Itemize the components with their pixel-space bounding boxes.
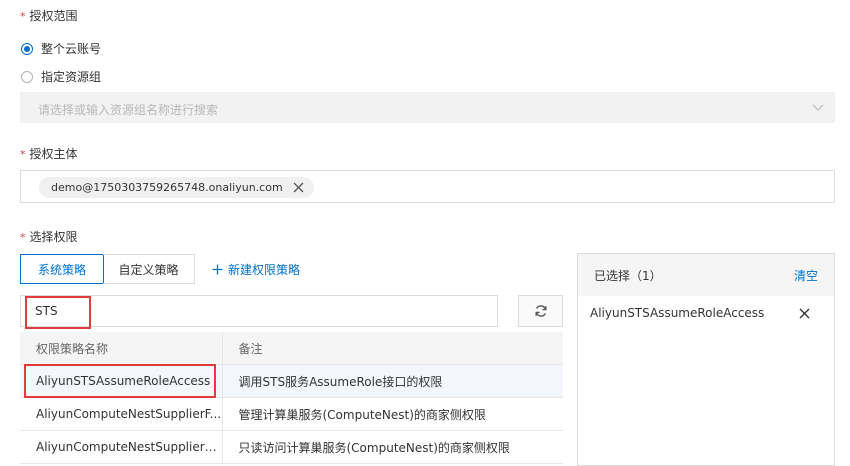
principal-input[interactable]: demo@1750303759265748.onaliyun.com [20,170,835,203]
selected-item-label: AliyunSTSAssumeRoleAccess [590,306,765,320]
selected-panel-header: 已选择（1） 清空 [578,254,834,296]
principal-tag: demo@1750303759265748.onaliyun.com [39,177,314,198]
radio-resource-group[interactable]: 指定资源组 [21,68,101,85]
policy-table: 权限策略名称 备注 AliyunSTSAssumeRoleAccess 调用ST… [20,332,563,464]
policy-note-cell: 管理计算巢服务(ComputeNest)的商家侧权限 [222,397,563,431]
principal-label: * 授权主体 [20,147,78,161]
resource-group-select: 请选择或输入资源组名称进行搜索 [20,92,835,123]
selected-title: 已选择（1） [594,268,662,283]
radio-whole-account[interactable]: 整个云账号 [21,40,101,57]
principal-tag-text: demo@1750303759265748.onaliyun.com [51,181,283,194]
search-highlight-box [25,296,91,329]
radio-unchecked-icon[interactable] [21,70,33,83]
selected-panel: 已选择（1） 清空 AliyunSTSAssumeRoleAccess [577,253,835,466]
new-policy-link[interactable]: 新建权限策略 [212,261,300,278]
policy-name-cell[interactable]: AliyunComputeNestSupplierF... [20,397,223,431]
tab-custom-policy[interactable]: 自定义策略 [103,254,195,284]
refresh-button[interactable] [518,295,563,327]
close-icon[interactable] [293,182,304,193]
row-highlight-box [24,364,216,398]
policy-search-input[interactable]: STS [20,295,498,327]
table-row[interactable]: AliyunComputeNestSupplierR... 只读访问计算巢服务(… [20,430,563,464]
tab-system-policy[interactable]: 系统策略 [20,254,104,284]
permissions-label: * 选择权限 [20,230,78,244]
policy-name-cell[interactable]: AliyunComputeNestSupplierR... [20,430,223,464]
plus-icon [212,264,223,275]
table-row[interactable]: AliyunComputeNestSupplierF... 管理计算巢服务(Co… [20,397,563,431]
refresh-icon [535,305,546,317]
policy-note-cell: 只读访问计算巢服务(ComputeNest)的商家侧权限 [222,430,563,464]
chevron-down-icon [812,104,824,111]
selected-item: AliyunSTSAssumeRoleAccess [578,296,834,330]
scope-label: * 授权范围 [20,9,78,23]
resource-group-placeholder: 请选择或输入资源组名称进行搜索 [38,103,219,117]
column-header-note: 备注 [222,332,563,365]
clear-button[interactable]: 清空 [794,267,818,284]
close-icon[interactable] [799,308,810,319]
policy-note-cell: 调用STS服务AssumeRole接口的权限 [222,364,563,398]
column-header-name: 权限策略名称 [20,332,223,365]
table-header: 权限策略名称 备注 [20,332,563,365]
radio-checked-icon[interactable] [21,42,33,55]
